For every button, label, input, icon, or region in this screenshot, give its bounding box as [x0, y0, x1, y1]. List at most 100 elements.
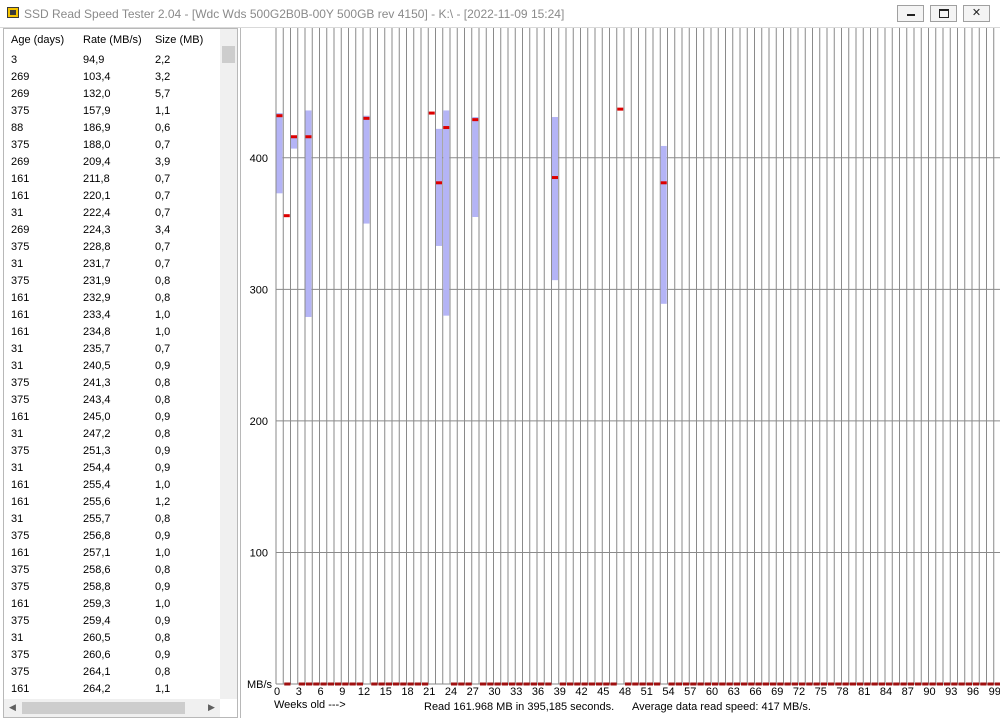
- close-button[interactable]: ✕: [963, 5, 990, 22]
- table-row[interactable]: 31 222,4 0,7: [4, 205, 220, 222]
- x-tick-label: 72: [793, 686, 805, 698]
- table-row[interactable]: 375 260,6 0,9: [4, 647, 220, 664]
- table-row[interactable]: 31 254,4 0,9: [4, 460, 220, 477]
- rate-cell: 259,3: [83, 598, 111, 610]
- table-row[interactable]: 31 235,7 0,7: [4, 341, 220, 358]
- size-cell: 0,9: [155, 649, 171, 661]
- empty-week-marker: [610, 682, 617, 686]
- table-row[interactable]: 161 264,2 1,1: [4, 681, 220, 698]
- table-row[interactable]: 375 259,4 0,9: [4, 613, 220, 630]
- table-row[interactable]: 375 264,1 0,8: [4, 664, 220, 681]
- x-tick-label: 51: [641, 686, 653, 698]
- empty-week-marker: [915, 682, 922, 686]
- table-row[interactable]: 161 211,8 0,7: [4, 171, 220, 188]
- table-row[interactable]: 161 259,3 1,0: [4, 596, 220, 613]
- y-tick-label: 100: [250, 547, 268, 559]
- empty-week-marker: [306, 682, 313, 686]
- table-row[interactable]: 269 224,3 3,4: [4, 222, 220, 239]
- rate-cell: 255,4: [83, 479, 111, 491]
- table-row[interactable]: 269 209,4 3,9: [4, 154, 220, 171]
- empty-week-marker: [741, 682, 748, 686]
- table-row[interactable]: 161 233,4 1,0: [4, 307, 220, 324]
- x-tick-label: 60: [706, 686, 718, 698]
- age-cell: 375: [11, 377, 30, 389]
- table-row[interactable]: 375 241,3 0,8: [4, 375, 220, 392]
- size-cell: 1,0: [155, 547, 171, 559]
- table-row[interactable]: 161 232,9 0,8: [4, 290, 220, 307]
- table-row[interactable]: 375 251,3 0,9: [4, 443, 220, 460]
- y-tick-label: 300: [250, 284, 268, 296]
- table-row[interactable]: 375 258,8 0,9: [4, 579, 220, 596]
- speed-range-bar: [363, 115, 370, 224]
- vertical-scroll-thumb[interactable]: [222, 46, 235, 63]
- horizontal-scroll-thumb[interactable]: [22, 702, 185, 714]
- minimize-button[interactable]: [897, 5, 924, 22]
- empty-week-marker: [871, 682, 878, 686]
- column-header-size[interactable]: Size (MB): [155, 34, 203, 46]
- empty-week-marker: [806, 682, 813, 686]
- size-cell: 0,8: [155, 632, 171, 644]
- age-cell: 375: [11, 394, 30, 406]
- table-row[interactable]: 31 240,5 0,9: [4, 358, 220, 375]
- empty-week-marker: [545, 682, 552, 686]
- results-list[interactable]: Age (days) Rate (MB/s) Size (MB) 3 94,9 2,…: [3, 28, 238, 718]
- table-row[interactable]: 31 231,7 0,7: [4, 256, 220, 273]
- age-cell: 269: [11, 224, 30, 236]
- table-row[interactable]: 3 94,9 2,2: [4, 52, 220, 69]
- table-row[interactable]: 161 245,0 0,9: [4, 409, 220, 426]
- speed-range-bar: [472, 117, 479, 217]
- empty-week-marker: [675, 682, 682, 686]
- average-speed-marker: [291, 135, 297, 139]
- list-rows: 3 94,9 2,2 269 103,4 3,2 269 132,0 5,7 375 157,9 1,…: [4, 52, 220, 698]
- age-cell: 31: [11, 632, 24, 644]
- empty-week-marker: [567, 682, 574, 686]
- vertical-scrollbar[interactable]: [220, 29, 237, 699]
- column-header-rate[interactable]: Rate (MB/s): [83, 34, 142, 46]
- scroll-left-icon[interactable]: ◀: [9, 702, 16, 713]
- rate-cell: 251,3: [83, 445, 111, 457]
- size-cell: 0,7: [155, 207, 171, 219]
- table-row[interactable]: 31 260,5 0,8: [4, 630, 220, 647]
- maximize-button[interactable]: [930, 5, 957, 22]
- column-header-age[interactable]: Age (days): [11, 34, 64, 46]
- empty-week-marker: [458, 682, 465, 686]
- empty-week-marker: [588, 682, 595, 686]
- age-cell: 161: [11, 173, 30, 185]
- x-tick-label: 3: [296, 686, 302, 698]
- size-cell: 0,7: [155, 241, 171, 253]
- age-cell: 3: [11, 54, 18, 66]
- table-row[interactable]: 375 258,6 0,8: [4, 562, 220, 579]
- table-row[interactable]: 375 231,9 0,8: [4, 273, 220, 290]
- size-cell: 2,2: [155, 54, 171, 66]
- table-row[interactable]: 31 255,7 0,8: [4, 511, 220, 528]
- table-row[interactable]: 375 188,0 0,7: [4, 137, 220, 154]
- x-tick-label: 63: [728, 686, 740, 698]
- table-row[interactable]: 161 234,8 1,0: [4, 324, 220, 341]
- table-row[interactable]: 161 255,4 1,0: [4, 477, 220, 494]
- table-row[interactable]: 375 228,8 0,7: [4, 239, 220, 256]
- rate-cell: 235,7: [83, 343, 111, 355]
- table-row[interactable]: 269 132,0 5,7: [4, 86, 220, 103]
- x-tick-label: 90: [923, 686, 935, 698]
- horizontal-scrollbar[interactable]: ◀ ▶: [4, 699, 220, 717]
- size-cell: 0,7: [155, 139, 171, 151]
- rate-cell: 256,8: [83, 530, 111, 542]
- table-row[interactable]: 375 256,8 0,9: [4, 528, 220, 545]
- table-row[interactable]: 375 243,4 0,8: [4, 392, 220, 409]
- y-tick-label: 200: [250, 416, 268, 428]
- table-row[interactable]: 375 157,9 1,1: [4, 103, 220, 120]
- scroll-right-icon[interactable]: ▶: [208, 702, 215, 713]
- table-row[interactable]: 88 186,9 0,6: [4, 120, 220, 137]
- x-tick-label: 54: [662, 686, 674, 698]
- table-row[interactable]: 269 103,4 3,2: [4, 69, 220, 86]
- empty-week-marker: [414, 682, 421, 686]
- table-row[interactable]: 31 247,2 0,8: [4, 426, 220, 443]
- table-row[interactable]: 161 255,6 1,2: [4, 494, 220, 511]
- average-speed: Average data read speed: 417 MB/s.: [632, 701, 811, 713]
- table-row[interactable]: 161 257,1 1,0: [4, 545, 220, 562]
- size-cell: 0,8: [155, 292, 171, 304]
- x-tick-label: 0: [274, 686, 280, 698]
- size-cell: 1,0: [155, 479, 171, 491]
- table-row[interactable]: 161 220,1 0,7: [4, 188, 220, 205]
- x-tick-label: 93: [945, 686, 957, 698]
